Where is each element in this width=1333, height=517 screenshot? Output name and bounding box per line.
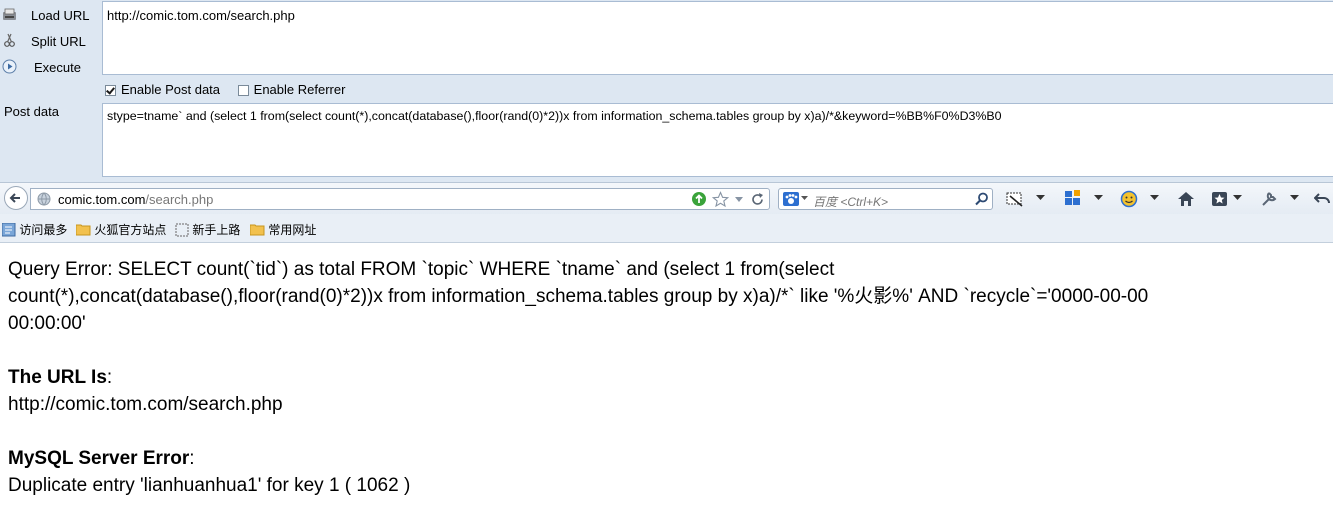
- bookmark-star-icon[interactable]: [712, 191, 729, 208]
- bookmarks-menu-icon[interactable]: [1211, 190, 1229, 208]
- bookmark-common-sites[interactable]: 常用网址: [249, 221, 317, 238]
- navigation-toolbar: comic.tom.com/search.php 百度 <Ctrl+K>: [0, 182, 1333, 215]
- enable-post-checkbox[interactable]: [105, 85, 116, 96]
- hackbar-panel: Load URL Split URL Execute http://comic.…: [0, 0, 1333, 182]
- load-url-icon: [3, 8, 16, 20]
- scissors-icon: [4, 33, 15, 47]
- bookmark-label: 火狐官方站点: [94, 223, 167, 237]
- post-data-label: Post data: [4, 104, 59, 119]
- bookmark-getting-started[interactable]: 新手上路: [175, 221, 240, 238]
- screenshot-tool-icon[interactable]: [1006, 190, 1024, 208]
- screenshot-dropdown-icon[interactable]: [1036, 195, 1045, 201]
- search-placeholder: 百度 <Ctrl+K>: [813, 195, 889, 209]
- addon-dropdown-icon[interactable]: [1150, 195, 1159, 201]
- bookmark-most-visited[interactable]: 访问最多: [1, 221, 68, 238]
- bookmark-label: 新手上路: [192, 223, 241, 237]
- load-url-label: Load URL: [31, 8, 90, 23]
- post-data-textarea[interactable]: stype=tname` and (select 1 from(select c…: [102, 103, 1333, 177]
- folder-icon: [75, 224, 91, 236]
- go-icon[interactable]: [691, 191, 707, 207]
- search-bar[interactable]: 百度 <Ctrl+K>: [778, 188, 993, 210]
- address-bar[interactable]: comic.tom.com/search.php: [30, 188, 770, 210]
- bookmarks-dropdown-icon[interactable]: [1233, 195, 1242, 201]
- address-text: comic.tom.com/search.php: [58, 192, 213, 207]
- undo-arrow-icon[interactable]: [1314, 190, 1332, 208]
- folder-icon: [1, 222, 16, 237]
- enable-referrer-option[interactable]: Enable Referrer: [237, 82, 346, 97]
- play-icon: [2, 59, 17, 74]
- home-icon[interactable]: [1177, 190, 1195, 208]
- back-button[interactable]: [4, 186, 28, 210]
- query-error-line: Query Error: SELECT count(`tid`) as tota…: [8, 259, 835, 280]
- bookmark-firefox-official[interactable]: 火狐官方站点: [75, 221, 167, 238]
- bookmark-label: 访问最多: [19, 223, 68, 237]
- apps-grid-icon[interactable]: [1064, 190, 1082, 208]
- mysql-error-value: Duplicate entry 'lianhuanhua1' for key 1…: [8, 475, 411, 496]
- reload-icon[interactable]: [750, 192, 765, 207]
- load-url-button[interactable]: Load URL: [0, 3, 100, 27]
- tools-dropdown-icon[interactable]: [1290, 195, 1299, 201]
- baidu-paw-icon[interactable]: [783, 192, 799, 206]
- globe-icon: [37, 192, 51, 206]
- url-heading: The URL Is: [8, 367, 107, 388]
- enable-post-label: Enable Post data: [121, 82, 221, 97]
- addon-smiley-icon[interactable]: [1120, 190, 1138, 208]
- url-value: http://comic.tom.com/search.php: [8, 394, 283, 415]
- address-path: /search.php: [145, 192, 214, 207]
- bookmark-label: 常用网址: [268, 223, 317, 237]
- search-icon[interactable]: [975, 192, 989, 206]
- back-arrow-icon: [9, 193, 20, 203]
- execute-label: Execute: [34, 60, 81, 75]
- apps-dropdown-icon[interactable]: [1094, 195, 1103, 201]
- mysql-heading-line: MySQL Server Error:: [8, 448, 195, 469]
- enable-referrer-checkbox[interactable]: [237, 85, 249, 96]
- history-dropdown-icon[interactable]: [734, 196, 744, 204]
- page-content: Query Error: SELECT count(`tid`) as tota…: [8, 256, 1333, 499]
- engine-dropdown-icon[interactable]: [801, 196, 808, 201]
- url-textarea[interactable]: http://comic.tom.com/search.php: [102, 1, 1333, 75]
- page-icon: [175, 223, 189, 237]
- address-domain: comic.tom.com: [58, 192, 146, 207]
- folder-icon: [249, 224, 265, 236]
- query-error-line: count(*),concat(database(),floor(rand(0)…: [8, 286, 1149, 307]
- enable-referrer-label: Enable Referrer: [253, 82, 346, 97]
- mysql-heading: MySQL Server Error: [8, 448, 190, 469]
- options-row: Enable Post data Enable Referrer: [105, 82, 359, 97]
- split-url-label: Split URL: [31, 34, 86, 49]
- wrench-icon[interactable]: [1260, 190, 1278, 208]
- bookmarks-toolbar: 访问最多 火狐官方站点 新手上路 常用网址: [0, 214, 1333, 243]
- execute-button[interactable]: Execute: [0, 55, 100, 79]
- query-error-line: 00:00:00': [8, 313, 86, 334]
- enable-post-option[interactable]: Enable Post data: [105, 82, 220, 97]
- url-heading-line: The URL Is:: [8, 367, 113, 388]
- split-url-button[interactable]: Split URL: [0, 29, 100, 53]
